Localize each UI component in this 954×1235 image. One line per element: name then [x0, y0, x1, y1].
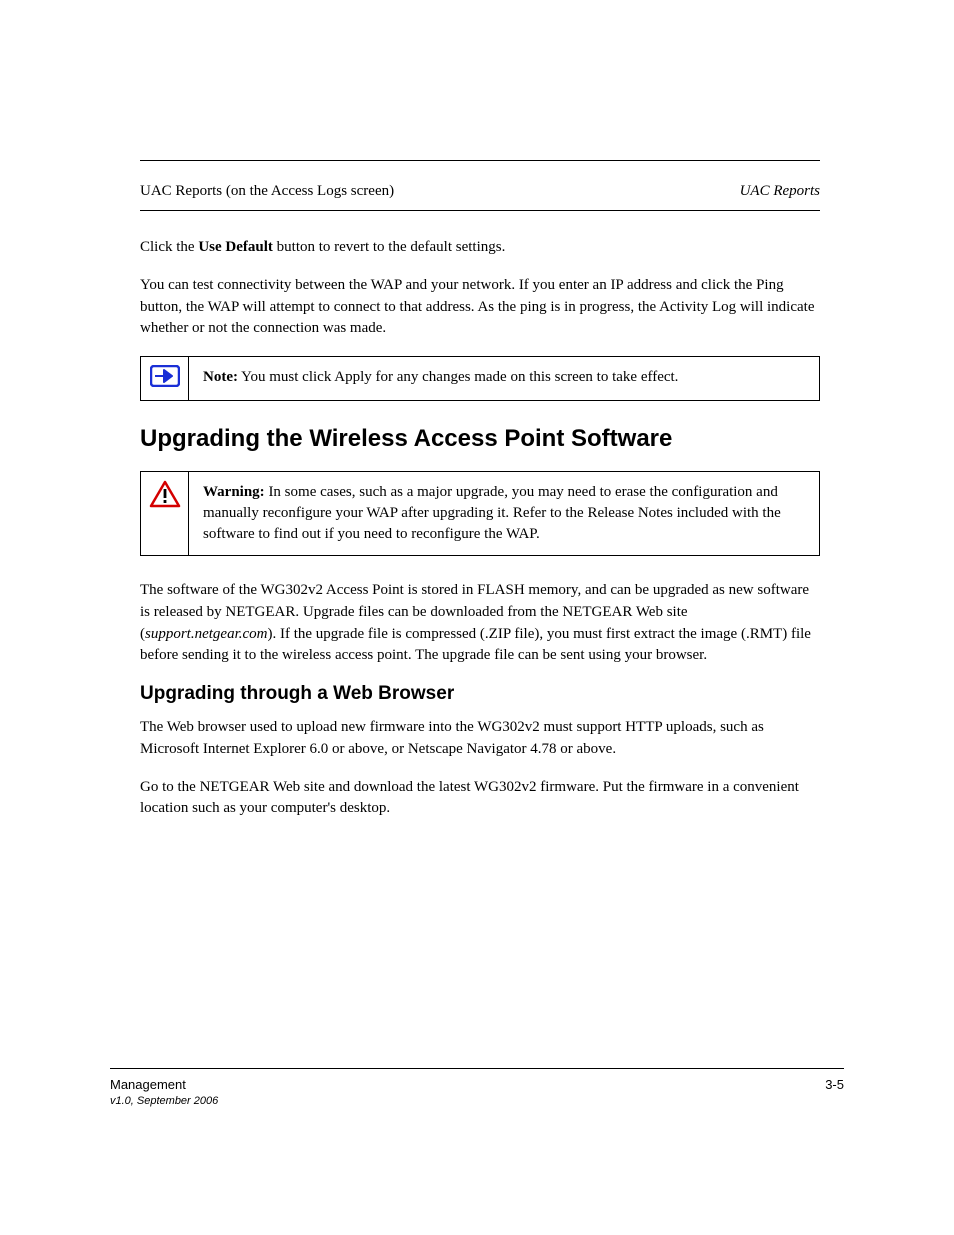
arrow-right-icon — [150, 365, 180, 392]
text-fragment: Click the — [140, 239, 198, 255]
page-content: UAC Reports (on the Access Logs screen) … — [140, 160, 820, 836]
warning-triangle-icon — [149, 480, 181, 513]
table-row: UAC Reports (on the Access Logs screen) … — [140, 183, 820, 206]
row-value: UAC Reports — [740, 183, 820, 200]
section-heading: Upgrading the Wireless Access Point Soft… — [140, 425, 820, 453]
paragraph-ping: You can test connectivity between the WA… — [140, 275, 820, 340]
paragraph-download: Go to the NETGEAR Web site and download … — [140, 777, 820, 821]
footer-divider — [110, 1068, 844, 1069]
footer-version: v1.0, September 2006 — [110, 1095, 844, 1107]
note-body: Note: You must click Apply for any chang… — [189, 357, 819, 400]
note-callout: Note: You must click Apply for any chang… — [140, 356, 820, 401]
paragraph-browser-req: The Web browser used to upload new firmw… — [140, 717, 820, 761]
note-lead: Note: — [203, 369, 238, 385]
text-fragment: button to revert to the default settings… — [273, 239, 505, 255]
warning-body: Warning: In some cases, such as a major … — [189, 472, 819, 555]
paragraph-flash: The software of the WG302v2 Access Point… — [140, 580, 820, 667]
bold-use-default: Use Default — [198, 239, 273, 255]
page-footer: Management 3-5 v1.0, September 2006 — [110, 1068, 844, 1107]
subsection-heading: Upgrading through a Web Browser — [140, 683, 820, 705]
note-text: You must click Apply for any changes mad… — [238, 369, 678, 385]
note-icon-cell — [141, 357, 189, 400]
warning-lead: Warning: — [203, 484, 265, 500]
support-link-text: support.netgear.com — [145, 626, 268, 642]
row-label: UAC Reports (on the Access Logs screen) — [140, 183, 394, 200]
divider-mid — [140, 210, 820, 211]
footer-left: Management — [110, 1077, 186, 1092]
footer-page-number: 3-5 — [825, 1077, 844, 1092]
paragraph-use-default: Click the Use Default button to revert t… — [140, 237, 820, 259]
warning-callout: Warning: In some cases, such as a major … — [140, 471, 820, 556]
warning-text: In some cases, such as a major upgrade, … — [203, 484, 781, 542]
warning-icon-cell — [141, 472, 189, 555]
divider-top — [140, 160, 820, 161]
